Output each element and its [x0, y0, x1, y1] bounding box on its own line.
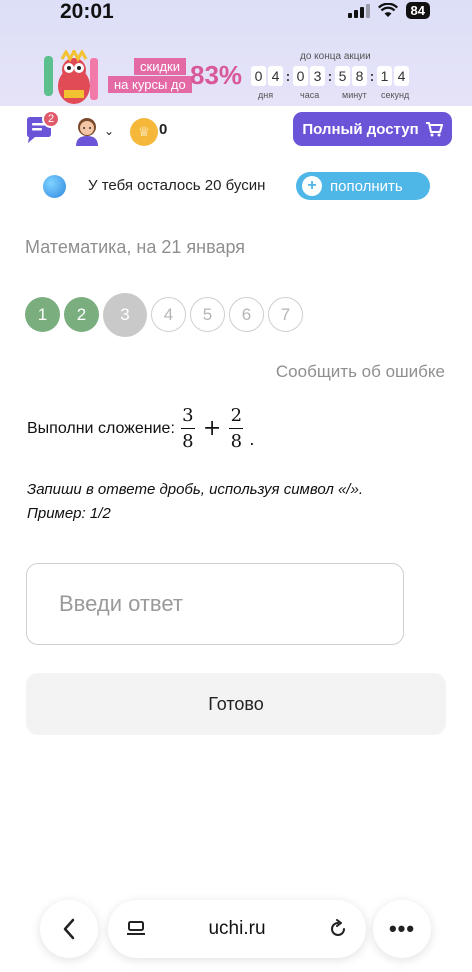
refill-label: пополнить — [330, 177, 403, 195]
avatar[interactable] — [72, 114, 102, 146]
address-bar[interactable]: uchi.ru — [108, 900, 366, 958]
timer-digit: 8 — [352, 66, 367, 86]
wifi-icon — [377, 3, 398, 17]
step-5: 5 — [190, 297, 225, 332]
fraction-2: 2 8 — [229, 405, 244, 452]
fraction-2-denominator: 8 — [230, 431, 243, 452]
fraction-2-numerator: 2 — [230, 405, 243, 426]
step-6: 6 — [229, 297, 264, 332]
refill-button[interactable]: + пополнить — [296, 172, 430, 200]
mascot-illustration[interactable] — [40, 47, 102, 106]
fraction-1: 3 8 — [180, 405, 195, 452]
timer-label-hours: часа — [300, 90, 320, 100]
hint-line-1: Запиши в ответе дробь, используя символ … — [27, 481, 363, 498]
step-7: 7 — [268, 297, 303, 332]
timer-digit: 4 — [268, 66, 283, 86]
reload-icon[interactable] — [328, 919, 348, 939]
task-prompt: Выполни сложение: 3 8 + 2 8 . — [27, 405, 254, 452]
report-error-link[interactable]: Сообщить об ошибке — [276, 362, 445, 382]
promo-sale-line2[interactable]: на курсы до — [108, 76, 192, 93]
timer-separator: : — [369, 68, 375, 84]
battery-icon: 84 — [405, 2, 430, 19]
signal-icon — [347, 3, 370, 18]
timer-label-seconds: секунд — [381, 90, 410, 100]
url-text[interactable]: uchi.ru — [208, 918, 265, 940]
full-access-label: Полный доступ — [302, 120, 419, 138]
coin-count: 0 — [159, 121, 168, 138]
fraction-1-numerator: 3 — [182, 405, 194, 426]
step-3[interactable]: 3 — [103, 293, 147, 337]
status-time: 20:01 — [60, 0, 114, 23]
step-2[interactable]: 2 — [64, 297, 99, 332]
plus-operator: + — [202, 416, 222, 441]
timer-digit: 1 — [377, 66, 392, 86]
task-period: . — [249, 429, 255, 449]
timer-separator: : — [327, 68, 333, 84]
chevron-down-icon[interactable]: ⌄ — [104, 124, 114, 138]
promo-sale-line1[interactable]: скидки — [134, 58, 186, 75]
timer-separator: : — [285, 68, 291, 84]
more-options-icon[interactable]: ••• — [373, 900, 431, 958]
page-title: Математика, на 21 января — [25, 237, 246, 257]
promo-until-label: до конца акции — [300, 51, 371, 62]
step-progress: 1 2 3 4 5 6 7 — [25, 293, 303, 337]
promo-percent[interactable]: 83% — [190, 60, 242, 91]
answer-input[interactable] — [26, 563, 404, 645]
promo-timer: 0 4 : 0 3 : 5 8 : 1 4 — [250, 66, 410, 86]
beads-remaining: У тебя осталось 20 бусин — [88, 177, 266, 194]
status-icons: 84 — [347, 2, 430, 19]
timer-digit: 0 — [251, 66, 266, 86]
cart-icon — [425, 122, 443, 137]
plus-icon: + — [302, 176, 322, 196]
task-hint: Запиши в ответе дробь, используя символ … — [27, 478, 447, 526]
timer-label-minutes: минут — [342, 90, 367, 100]
done-button[interactable]: Готово — [26, 673, 446, 735]
fraction-1-denominator: 8 — [182, 431, 194, 452]
chevron-left-icon — [63, 918, 75, 940]
timer-digit: 0 — [293, 66, 308, 86]
crown-coin-icon[interactable]: ♕ — [130, 118, 158, 146]
step-4: 4 — [151, 297, 186, 332]
timer-digit: 5 — [335, 66, 350, 86]
timer-digit: 4 — [394, 66, 409, 86]
step-1[interactable]: 1 — [25, 297, 60, 332]
reader-mode-icon[interactable] — [126, 920, 146, 938]
back-button[interactable] — [40, 900, 98, 958]
hint-line-2: Пример: 1/2 — [27, 505, 111, 522]
bead-icon — [43, 175, 66, 198]
timer-label-days: дня — [258, 90, 274, 100]
top-area: 20:01 84 скидки на курсы до 83% до конца… — [0, 0, 472, 106]
timer-digit: 3 — [310, 66, 325, 86]
chat-badge: 2 — [42, 110, 60, 128]
task-text: Выполни сложение: — [27, 419, 175, 437]
full-access-button[interactable]: Полный доступ — [293, 112, 452, 146]
app-header: 2 ⌄ ♕ 0 Полный доступ — [0, 106, 472, 154]
